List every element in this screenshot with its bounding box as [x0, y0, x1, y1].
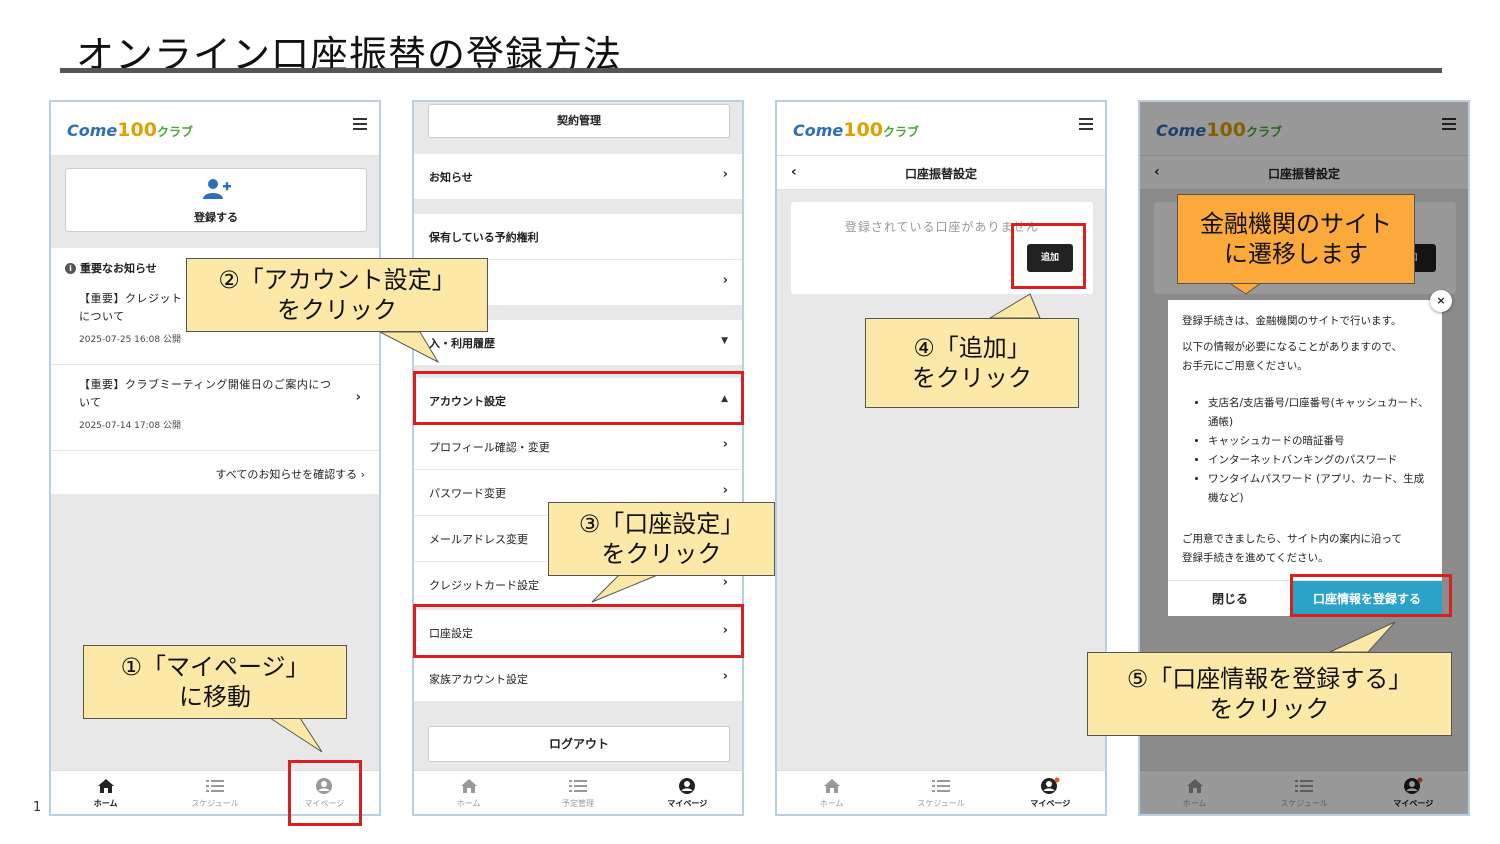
bank-registration-modal: × 登録手続きは、金融機関のサイトで行います。 以下の情報が必要になることがあり… — [1168, 290, 1452, 617]
bottom-nav: ホーム スケジュール マイページ — [777, 770, 1105, 814]
menu-profile[interactable]: プロフィール確認・変更 › — [414, 424, 742, 470]
list-icon — [568, 780, 587, 792]
chevron-right-icon: › — [722, 483, 728, 498]
page-number: 1 — [33, 800, 42, 815]
modal-text: 以下の情報が必要になることがありますので、 — [1182, 341, 1403, 353]
phone-account-menu: 契約管理 お知らせ › 保有している予約権利 › 入・利用履歴 ▼ アカウント設定 ▲… — [412, 100, 744, 816]
list-item: 支店名/支店番号/口座番号(キャッシュカード、通帳) — [1208, 394, 1430, 432]
highlight-account-settings — [413, 371, 744, 425]
menu-reservation-rights[interactable]: 保有している予約権利 — [414, 214, 742, 260]
sub-header: ‹ 口座振替設定 — [777, 156, 1105, 190]
add-user-icon — [203, 179, 231, 199]
home-icon — [823, 779, 840, 793]
title-rule — [60, 68, 1442, 73]
menu-family-account[interactable]: 家族アカウント設定 › — [414, 656, 742, 702]
notice-date: 2025-07-25 16:08 公開 — [79, 335, 181, 345]
list-item: キャッシュカードの暗証番号 — [1208, 432, 1430, 451]
app-header: Come100クラブ — [777, 102, 1105, 156]
user-circle-icon — [1041, 777, 1060, 794]
hamburger-menu-icon[interactable] — [1079, 118, 1093, 132]
list-icon — [205, 780, 224, 792]
nav-mypage[interactable]: マイページ — [996, 771, 1105, 814]
page-title: 口座振替設定 — [904, 167, 977, 181]
nav-home[interactable]: ホーム — [414, 771, 523, 814]
chevron-right-icon: › — [355, 390, 361, 405]
callout-redirect-note: 金融機関のサイト に遷移します — [1177, 194, 1415, 284]
modal-text: 登録手続きを進めてください。 — [1182, 552, 1329, 564]
all-notices-link[interactable]: すべてのお知らせを確認する › — [216, 466, 365, 482]
notice-heading: i 重要なお知らせ — [65, 260, 157, 276]
menu-notices[interactable]: お知らせ › — [414, 154, 742, 200]
app-logo[interactable]: Come100クラブ — [793, 120, 919, 142]
highlight-register-bank-button — [1290, 574, 1452, 617]
requirements-list: 支店名/支店番号/口座番号(キャッシュカード、通帳) キャッシュカードの暗証番号… — [1196, 394, 1430, 508]
callout-step3: ③「口座設定」 をクリック — [548, 502, 775, 576]
notice-date: 2025-07-14 17:08 公開 — [79, 421, 181, 431]
nav-schedule[interactable]: スケジュール — [160, 771, 269, 814]
nav-mypage[interactable]: マイページ — [633, 771, 742, 814]
list-icon — [931, 780, 950, 792]
modal-text: ご用意できましたら、サイト内の案内に沿って — [1182, 533, 1402, 545]
home-icon — [460, 779, 477, 793]
nav-reservation[interactable]: 予定管理 — [523, 771, 632, 814]
app-logo[interactable]: Come100クラブ — [67, 120, 193, 142]
modal-text: 登録手続きは、金融機関のサイトで行います。 — [1182, 315, 1402, 327]
nav-home[interactable]: ホーム — [777, 771, 886, 814]
chevron-right-icon: › — [722, 167, 728, 182]
modal-text: お手元にご用意ください。 — [1182, 360, 1308, 372]
chevron-right-icon: › — [722, 669, 728, 684]
callout-step5: ⑤「口座情報を登録する」 をクリック — [1087, 652, 1452, 736]
user-circle-icon — [679, 778, 696, 794]
callout-step1: ①「マイページ」 に移動 — [83, 645, 347, 719]
chevron-right-icon: › — [722, 575, 728, 590]
highlight-bank-settings — [413, 604, 744, 658]
bottom-nav: ホーム 予定管理 マイページ — [414, 770, 742, 814]
callout-step2: ②「アカウント設定」 をクリック — [186, 258, 488, 332]
divider — [51, 450, 379, 451]
logout-button[interactable]: ログアウト — [428, 726, 730, 762]
register-label: 登録する — [194, 211, 238, 224]
nav-schedule[interactable]: スケジュール — [886, 771, 995, 814]
info-icon: i — [65, 262, 76, 274]
register-button[interactable]: 登録する — [65, 168, 367, 232]
highlight-mypage — [288, 760, 362, 826]
chevron-right-icon: › — [722, 273, 728, 288]
highlight-add-button — [1011, 223, 1086, 289]
modal-close-button[interactable]: 閉じる — [1168, 590, 1292, 607]
notice-item[interactable]: 【重要】クラブミーティング開催日のご案内につ いて 2025-07-14 17:… — [51, 376, 379, 431]
contract-management-button[interactable]: 契約管理 — [428, 104, 730, 138]
phone-bank-transfer-empty: Come100クラブ ‹ 口座振替設定 登録されている口座がありません 追加 ホ… — [775, 100, 1107, 816]
nav-home[interactable]: ホーム — [51, 771, 160, 814]
chevron-right-icon: › — [722, 437, 728, 452]
list-item: ワンタイムパスワード (アプリ、カード、生成機など) — [1208, 470, 1430, 508]
close-icon[interactable]: × — [1430, 290, 1452, 312]
app-header: Come100クラブ — [51, 102, 379, 156]
home-icon — [97, 779, 114, 793]
list-item: インターネットバンキングのパスワード — [1208, 451, 1430, 470]
callout-step4: ④「追加」 をクリック — [865, 318, 1079, 408]
divider — [51, 364, 379, 365]
hamburger-menu-icon[interactable] — [353, 118, 367, 132]
caret-down-icon: ▼ — [721, 336, 728, 346]
